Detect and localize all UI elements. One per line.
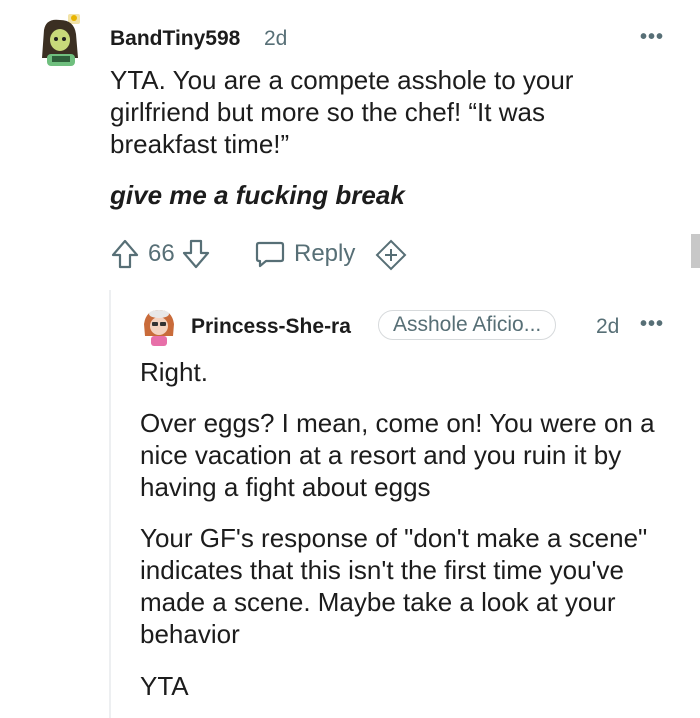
avatar[interactable] [38,12,88,68]
user-flair: Asshole Aficio... [378,310,557,340]
comment-body-paragraph: YTA. You are a compete asshole to your g… [110,65,574,159]
scrollbar[interactable] [691,234,700,268]
reply-icon [254,239,286,269]
reply-button[interactable]: Reply [254,237,355,271]
more-options-button[interactable]: ••• [640,26,664,49]
upvote-icon[interactable] [110,238,140,270]
thread-line[interactable] [109,290,111,718]
award-button[interactable] [374,239,408,276]
vote-count: 66 [148,240,175,267]
comment-body-paragraph: Right. [140,357,208,387]
comment-body-paragraph: Over eggs? I mean, come on! You were on … [140,408,655,502]
comment-body-paragraph: Your GF's response of "don't make a scen… [140,523,648,649]
more-options-button[interactable]: ••• [640,313,664,336]
comment-author[interactable]: BandTiny598 [110,27,240,51]
comment-age: 2d [264,27,288,50]
reply-label: Reply [294,240,356,267]
comment-author[interactable]: Princess-She-ra [191,315,351,339]
downvote-icon[interactable] [181,238,211,270]
vote-bar: 66 [110,237,211,271]
award-plus-icon [374,239,408,271]
comment-body-emphasis: give me a fucking break [110,180,405,210]
comment-age: 2d [596,315,620,338]
comment-body-paragraph: YTA [140,671,189,701]
avatar[interactable] [140,306,178,348]
